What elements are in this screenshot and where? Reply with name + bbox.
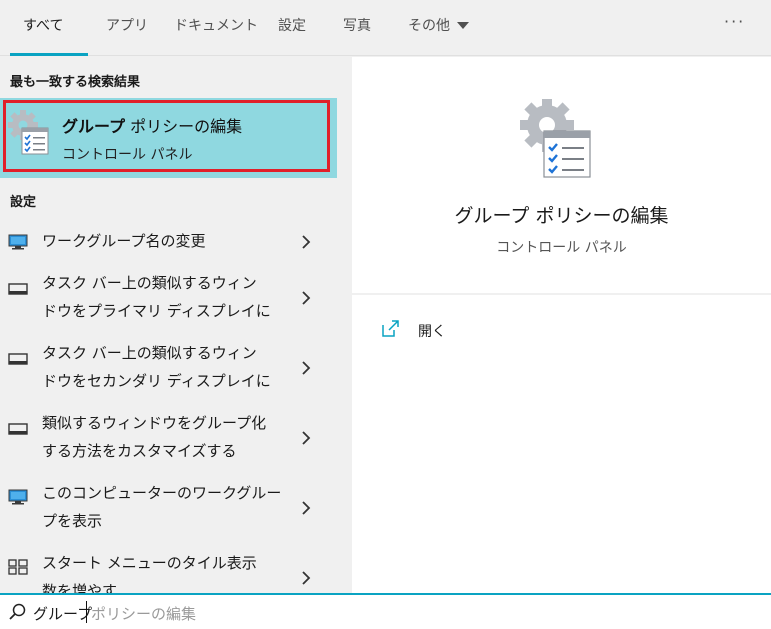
setting-item-label-line2: プを表示 — [42, 512, 103, 530]
tab-settings[interactable]: 設定 — [278, 14, 306, 38]
chevron-right-icon — [302, 235, 311, 249]
best-match-item[interactable]: グループ ポリシーの編集 コントロール パネル — [0, 98, 337, 178]
best-match-title: グループ ポリシーの編集 — [62, 113, 242, 137]
setting-item-label-line2: ドウをプライマリ ディスプレイに — [42, 302, 271, 320]
setting-item-label-line2: する方法をカスタマイズする — [42, 442, 237, 460]
setting-item-label: ワークグループ名の変更 — [42, 232, 206, 250]
search-autocomplete-suggestion: ポリシーの編集 — [91, 605, 197, 623]
tab-documents[interactable]: ドキュメント — [174, 14, 258, 38]
setting-item-change-workgroup[interactable]: ワークグループ名の変更 — [0, 225, 337, 259]
taskbar-icon — [8, 283, 28, 295]
setting-item-label-line1: 類似するウィンドウをグループ化 — [42, 414, 267, 432]
preview-pane: グループ ポリシーの編集 コントロール パネル 開く — [352, 57, 771, 593]
preview-subtitle: コントロール パネル — [496, 240, 627, 256]
caret-down-icon — [457, 21, 469, 29]
chevron-right-icon — [302, 571, 311, 585]
more-options-button[interactable]: ··· — [724, 12, 745, 31]
best-match-heading: 最も一致する検索結果 — [10, 75, 141, 90]
search-input-text[interactable]: グループ — [33, 603, 92, 624]
open-external-icon — [382, 320, 399, 337]
chevron-right-icon — [302, 361, 311, 375]
setting-item-group-windows[interactable]: 類似するウィンドウをグループ化 する方法をカスタマイズする — [0, 407, 337, 467]
results-list: 最も一致する検索結果 グループ ポリシーの編集 コントロール パネル 設定 ワー… — [0, 57, 337, 593]
best-match-subtitle: コントロール パネル — [62, 147, 193, 163]
setting-item-label-line2: 数を増やす — [42, 582, 118, 593]
setting-item-label-line1: タスク バー上の類似するウィン — [42, 274, 257, 292]
setting-item-view-workgroup[interactable]: このコンピューターのワークグルー プを表示 — [0, 477, 337, 537]
filter-tabs: すべて アプリ ドキュメント 設定 写真 その他 ··· — [0, 0, 771, 56]
setting-item-label-line1: このコンピューターのワークグルー — [42, 484, 282, 502]
group-policy-gear-icon — [520, 99, 591, 178]
chevron-right-icon — [302, 431, 311, 445]
search-icon — [9, 603, 26, 620]
tiles-icon — [8, 559, 28, 575]
tab-photos[interactable]: 写真 — [343, 14, 371, 38]
preview-divider — [352, 293, 771, 295]
settings-heading: 設定 — [10, 195, 37, 210]
chevron-right-icon — [302, 501, 311, 515]
setting-item-label-line1: スタート メニューのタイル表示 — [42, 554, 257, 572]
group-policy-gear-icon — [8, 110, 49, 155]
setting-item-taskbar-primary[interactable]: タスク バー上の類似するウィン ドウをプライマリ ディスプレイに — [0, 267, 337, 327]
search-box[interactable]: グループ ポリシーの編集 — [0, 593, 771, 629]
active-tab-indicator — [10, 53, 88, 56]
best-match-title-bold: グループ — [62, 117, 126, 136]
open-button[interactable]: 開く — [380, 319, 580, 345]
taskbar-icon — [8, 353, 28, 365]
open-label: 開く — [418, 324, 446, 340]
setting-item-label-line1: タスク バー上の類似するウィン — [42, 344, 257, 362]
setting-item-label-line2: ドウをセカンダリ ディスプレイに — [42, 372, 271, 390]
tab-apps[interactable]: アプリ — [106, 14, 148, 38]
setting-item-taskbar-secondary[interactable]: タスク バー上の類似するウィン ドウをセカンダリ ディスプレイに — [0, 337, 337, 397]
monitor-icon — [8, 489, 28, 505]
tab-more-dropdown[interactable]: その他 — [408, 14, 469, 38]
tab-more-label: その他 — [408, 18, 450, 34]
taskbar-icon — [8, 423, 28, 435]
tab-all[interactable]: すべて — [23, 14, 63, 38]
chevron-right-icon — [302, 291, 311, 305]
best-match-title-rest: ポリシーの編集 — [125, 117, 243, 136]
preview-title: グループ ポリシーの編集 — [454, 205, 669, 227]
monitor-icon — [8, 234, 28, 250]
setting-item-start-tiles[interactable]: スタート メニューのタイル表示 数を増やす — [0, 547, 337, 593]
text-cursor — [86, 601, 87, 623]
